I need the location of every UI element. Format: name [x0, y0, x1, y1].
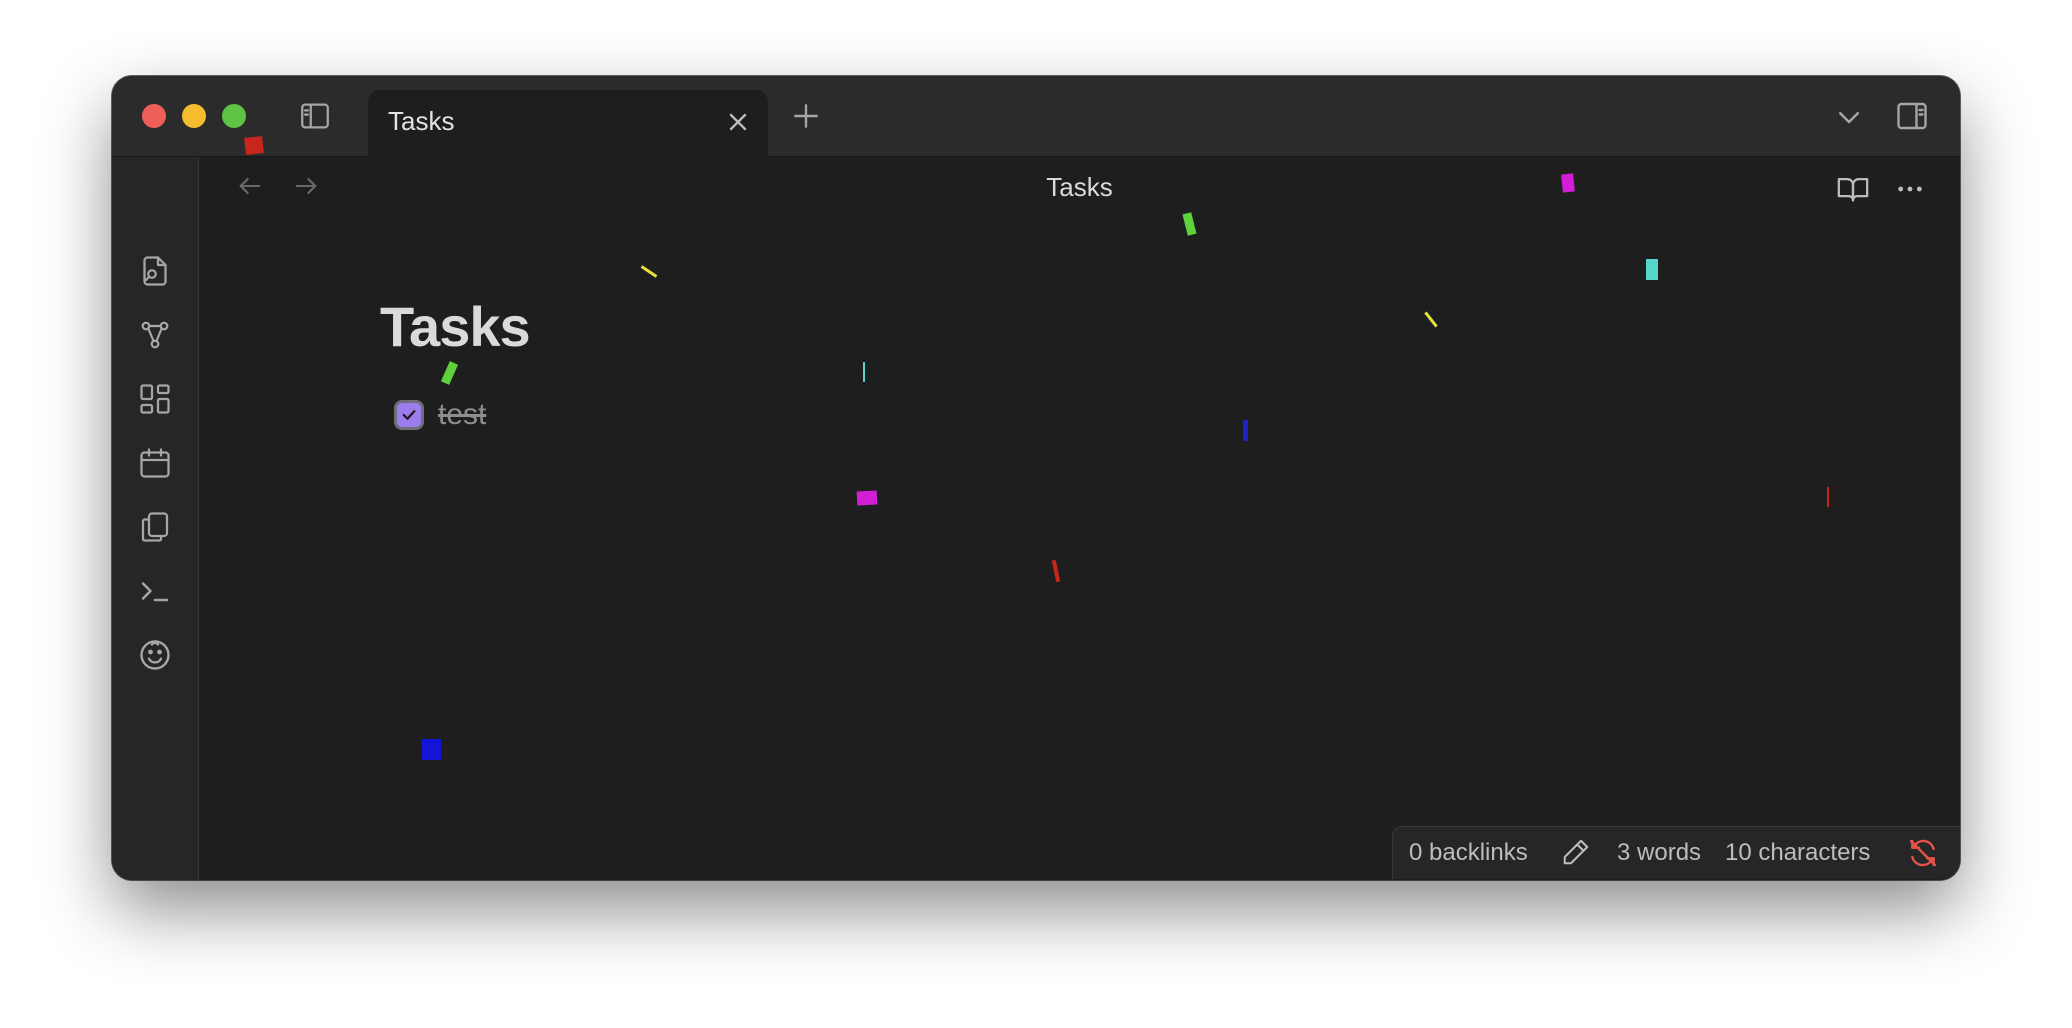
task-text[interactable]: test [438, 398, 486, 432]
tab-tasks[interactable]: Tasks [368, 90, 768, 157]
tab-list-chevron-down-icon[interactable] [1834, 102, 1864, 132]
right-sidebar-toggle-icon[interactable] [1894, 98, 1930, 134]
confetti-piece [1646, 259, 1658, 280]
close-window-button[interactable] [142, 104, 166, 128]
confetti-face-icon[interactable] [137, 637, 173, 673]
title-bar: Tasks [112, 76, 1960, 157]
backlinks-count[interactable]: 0 backlinks [1409, 839, 1528, 867]
confetti-piece [1561, 173, 1575, 193]
confetti-piece [1827, 487, 1829, 507]
zoom-window-button[interactable] [222, 104, 246, 128]
editor-pane [199, 157, 1960, 880]
confetti-piece [422, 739, 441, 760]
new-tab-plus-icon[interactable] [790, 100, 822, 132]
reading-view-book-icon[interactable] [1836, 172, 1870, 206]
left-ribbon [112, 157, 199, 880]
view-header-title[interactable]: Tasks [199, 172, 1960, 203]
tab-title: Tasks [388, 106, 455, 136]
templates-icon[interactable] [137, 509, 173, 545]
task-checkbox[interactable] [394, 400, 424, 430]
confetti-piece [863, 362, 865, 382]
confetti-piece [856, 490, 878, 506]
daily-note-calendar-icon[interactable] [137, 445, 173, 481]
open-quick-switcher-icon[interactable] [137, 253, 173, 289]
app-window: Tasks Tasks Tasks test 0 backlinks 3 wor… [112, 76, 1960, 880]
note-title[interactable]: Tasks [380, 294, 531, 359]
status-bar: 0 backlinks 3 words 10 characters [1392, 826, 1960, 879]
confetti-piece [244, 136, 264, 155]
character-count: 10 characters [1725, 839, 1871, 866]
minimize-window-button[interactable] [182, 104, 206, 128]
canvas-icon[interactable] [137, 381, 173, 417]
confetti-piece [1243, 420, 1248, 441]
graph-view-icon[interactable] [137, 317, 173, 353]
sync-status-icon[interactable] [1907, 837, 1939, 869]
more-options-icon[interactable] [1894, 173, 1926, 205]
close-tab-icon[interactable] [724, 108, 752, 136]
word-count: 3 words [1617, 839, 1702, 866]
command-palette-icon[interactable] [137, 573, 173, 609]
left-sidebar-toggle-icon[interactable] [298, 99, 332, 133]
edit-mode-pencil-icon[interactable] [1561, 837, 1591, 867]
